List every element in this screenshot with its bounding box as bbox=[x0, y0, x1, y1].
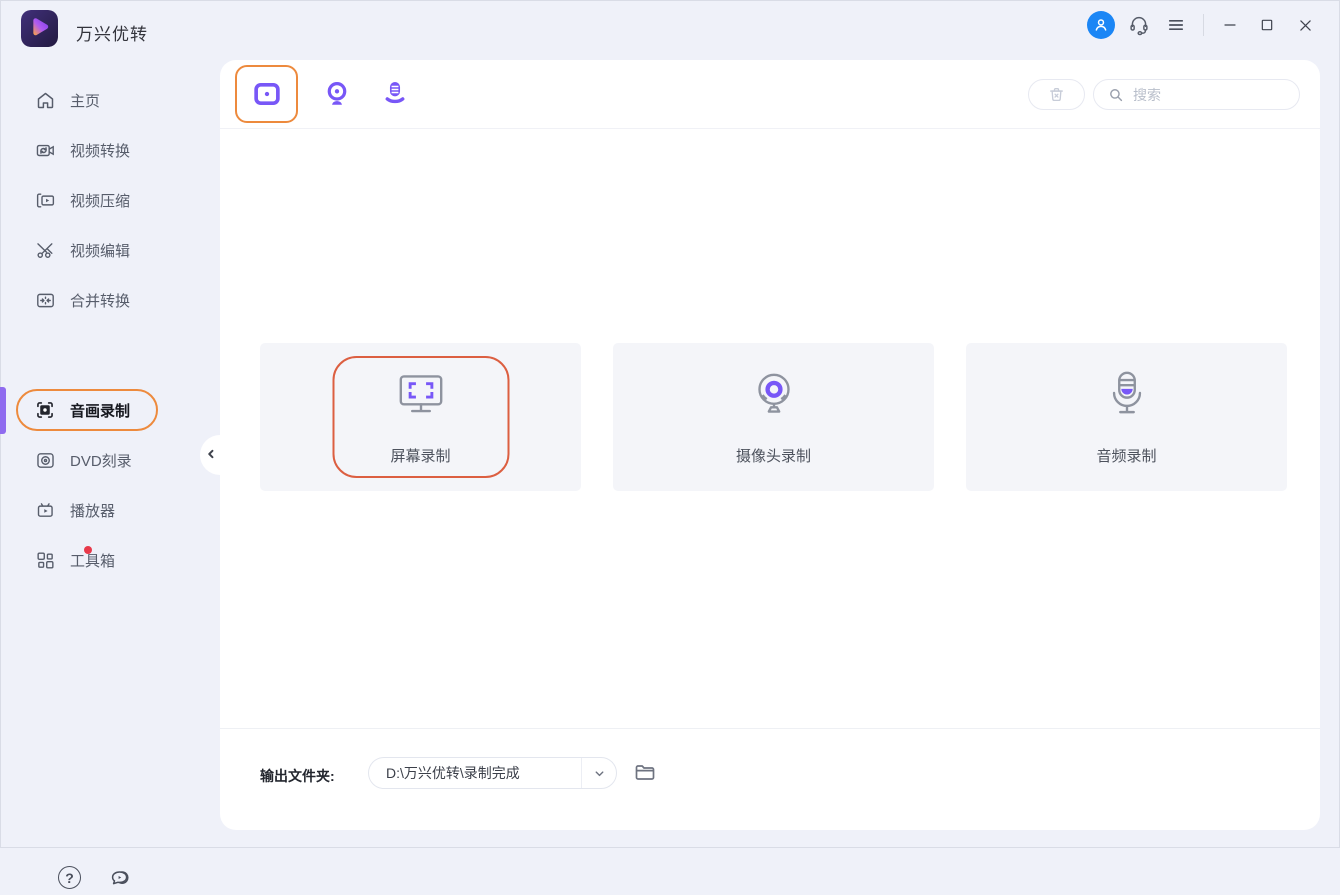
video-compress-icon bbox=[34, 189, 56, 211]
sidebar-collapse-button[interactable] bbox=[200, 435, 240, 475]
sidebar-item-label: 主页 bbox=[70, 92, 101, 110]
minimize-icon bbox=[1224, 24, 1236, 26]
sidebar-item-label: 视频编辑 bbox=[70, 242, 131, 260]
app-logo bbox=[21, 10, 58, 47]
output-folder-label: 输出文件夹: bbox=[260, 768, 335, 784]
chevron-left-icon bbox=[208, 449, 214, 459]
sidebar-item-video-convert[interactable]: 视频转换 bbox=[0, 129, 220, 171]
title-bar: 万兴优转 bbox=[0, 0, 1340, 60]
sidebar-item-label: 工具箱 bbox=[70, 552, 116, 570]
sidebar-item-label: 音画录制 bbox=[70, 402, 131, 420]
search-bar[interactable] bbox=[1093, 79, 1300, 110]
folder-icon bbox=[635, 765, 655, 780]
sidebar-item-record[interactable]: 音画录制 bbox=[0, 389, 220, 431]
close-icon bbox=[1299, 19, 1311, 31]
main-panel: 屏幕录制 摄像头录制 音频录制 输出文件夹: D:\万兴优转\录制完成 bbox=[220, 60, 1320, 830]
merge-convert-icon bbox=[34, 289, 56, 311]
feedback-icon bbox=[111, 871, 129, 885]
output-folder-path: D:\万兴优转\录制完成 bbox=[386, 765, 520, 781]
output-folder-select[interactable]: D:\万兴优转\录制完成 bbox=[368, 757, 617, 789]
open-folder-button[interactable] bbox=[632, 761, 658, 785]
video-convert-icon bbox=[34, 139, 56, 161]
user-avatar-button[interactable] bbox=[1087, 11, 1115, 39]
dvd-burn-icon bbox=[34, 449, 56, 471]
tab-audio-record[interactable] bbox=[366, 65, 424, 123]
sidebar-item-label: 播放器 bbox=[70, 502, 116, 520]
card-webcam-record[interactable]: 摄像头录制 bbox=[613, 343, 934, 491]
app-title: 万兴优转 bbox=[76, 25, 148, 44]
video-edit-icon bbox=[34, 239, 56, 261]
trash-icon bbox=[1050, 88, 1063, 102]
sidebar: 主页 视频转换 视频压缩 视频编辑 合并转换 音画录制 DVD刻录 播放器 工具… bbox=[0, 60, 220, 889]
sidebar-item-home[interactable]: 主页 bbox=[0, 79, 220, 121]
sidebar-item-label: 视频压缩 bbox=[70, 192, 131, 210]
minimize-button[interactable] bbox=[1215, 11, 1245, 39]
bottom-divider bbox=[220, 728, 1320, 729]
card-label: 音频录制 bbox=[1096, 448, 1157, 465]
sidebar-item-label: 合并转换 bbox=[70, 292, 131, 310]
search-icon bbox=[1110, 88, 1123, 101]
close-button[interactable] bbox=[1290, 11, 1320, 39]
hamburger-menu-icon bbox=[1168, 20, 1184, 30]
sidebar-item-label: DVD刻录 bbox=[70, 452, 132, 470]
maximize-button[interactable] bbox=[1252, 11, 1282, 39]
monitor-record-icon bbox=[399, 375, 442, 413]
sidebar-item-merge-convert[interactable]: 合并转换 bbox=[0, 279, 220, 321]
screen-record-icon bbox=[34, 399, 56, 421]
sidebar-item-video-compress[interactable]: 视频压缩 bbox=[0, 179, 220, 221]
tab-webcam-record[interactable] bbox=[308, 65, 366, 123]
player-icon bbox=[34, 499, 56, 521]
card-label: 摄像头录制 bbox=[735, 448, 811, 465]
feedback-button[interactable] bbox=[108, 866, 132, 890]
webcam-icon bbox=[757, 373, 790, 413]
support-button[interactable] bbox=[1125, 11, 1153, 39]
microphone-tab-icon bbox=[385, 82, 405, 104]
card-screen-record[interactable]: 屏幕录制 bbox=[260, 343, 581, 491]
search-input[interactable] bbox=[1133, 86, 1283, 103]
tabs-divider bbox=[220, 128, 1320, 129]
chevron-down-icon bbox=[582, 767, 616, 780]
titlebar-separator bbox=[1203, 14, 1204, 36]
tab-screen-record[interactable] bbox=[235, 65, 298, 123]
sidebar-item-player[interactable]: 播放器 bbox=[0, 489, 220, 531]
home-icon bbox=[34, 89, 56, 111]
card-audio-record[interactable]: 音频录制 bbox=[966, 343, 1287, 491]
microphone-icon bbox=[1112, 371, 1141, 414]
sidebar-item-toolbox[interactable]: 工具箱 bbox=[0, 539, 220, 581]
sidebar-item-video-edit[interactable]: 视频编辑 bbox=[0, 229, 220, 271]
sidebar-item-dvd-burn[interactable]: DVD刻录 bbox=[0, 439, 220, 481]
help-button[interactable]: ? bbox=[58, 866, 81, 889]
toolbox-icon bbox=[34, 546, 92, 571]
maximize-icon bbox=[1261, 19, 1273, 31]
sidebar-item-label: 视频转换 bbox=[70, 142, 131, 160]
user-icon bbox=[1095, 19, 1107, 31]
webcam-tab-icon bbox=[327, 82, 347, 105]
clear-list-button[interactable] bbox=[1028, 79, 1085, 110]
card-label: 屏幕录制 bbox=[390, 448, 451, 465]
headset-icon bbox=[1130, 16, 1148, 36]
screen-record-tab-icon bbox=[253, 83, 280, 105]
help-glyph: ? bbox=[65, 869, 74, 886]
menu-button[interactable] bbox=[1162, 11, 1190, 39]
